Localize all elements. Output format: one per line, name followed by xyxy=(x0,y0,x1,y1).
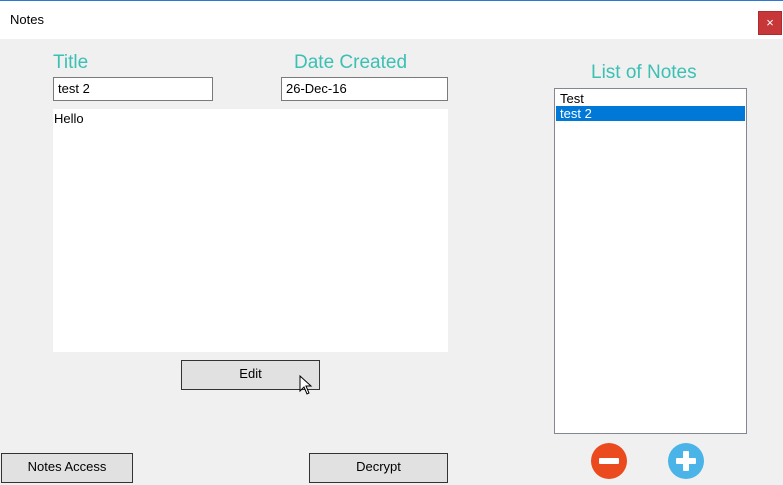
title-label: Title xyxy=(53,52,89,73)
date-created-label: Date Created xyxy=(294,52,408,73)
mouse-pointer-icon xyxy=(299,375,313,395)
remove-note-button[interactable] xyxy=(591,443,627,479)
date-created-input[interactable]: 26-Dec-16 xyxy=(281,77,448,101)
title-bar: Notes × xyxy=(0,0,783,39)
title-input[interactable]: test 2 xyxy=(53,77,213,101)
add-note-button[interactable] xyxy=(668,443,704,479)
decrypt-button[interactable]: Decrypt xyxy=(309,453,448,483)
notes-listbox[interactable]: Test test 2 xyxy=(554,88,747,434)
note-body-textarea[interactable]: Hello xyxy=(53,109,448,352)
minus-circle-icon xyxy=(599,458,619,464)
notes-form: Title Date Created test 2 26-Dec-16 Hell… xyxy=(0,39,783,485)
close-button[interactable]: × xyxy=(758,11,782,35)
list-item[interactable]: Test xyxy=(556,91,745,106)
list-of-notes-label: List of Notes xyxy=(591,62,697,83)
notes-access-button[interactable]: Notes Access xyxy=(1,453,133,483)
window-title: Notes xyxy=(10,12,44,27)
plus-icon-bar xyxy=(683,451,689,471)
list-item[interactable]: test 2 xyxy=(556,106,745,121)
